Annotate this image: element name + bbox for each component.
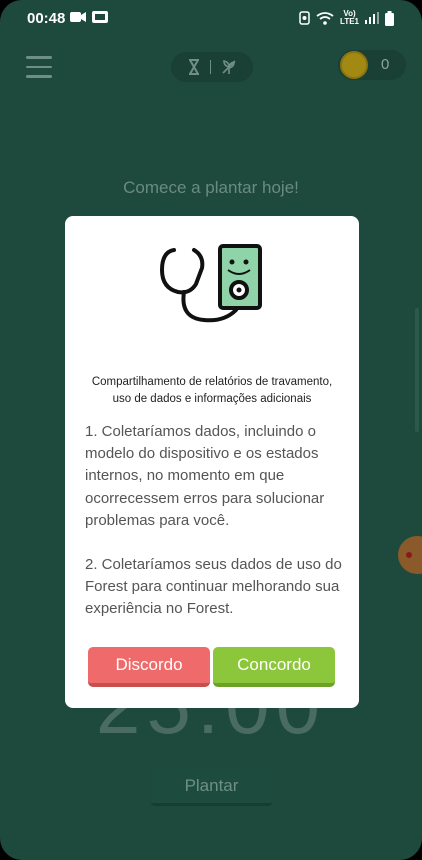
coin-balance[interactable]: 0 [338, 50, 406, 80]
dialog-title: Compartilhamento de relatórios de travam… [91, 376, 333, 405]
plant-button[interactable]: Plantar [151, 768, 272, 806]
disagree-button[interactable]: Discordo [88, 647, 210, 687]
consent-dialog: Compartilhamento de relatórios de travam… [65, 216, 359, 708]
battery-icon [385, 10, 394, 26]
status-bar: 00:48 Vo) LTE1 [0, 0, 422, 36]
alarm-icon [299, 11, 310, 25]
toggle-divider [209, 60, 211, 74]
volte-label: Vo) LTE1 [340, 9, 359, 26]
signal-icon [365, 12, 379, 24]
no-sapling-icon[interactable] [221, 59, 237, 75]
dialog-body[interactable]: 1. Coletaríamos dados, incluindo o model… [85, 421, 343, 629]
mode-toggle[interactable] [171, 52, 253, 82]
agree-button[interactable]: Concordo [213, 647, 335, 687]
floating-bubble[interactable] [398, 536, 422, 574]
headline: Comece a plantar hoje! [123, 178, 299, 197]
menu-button[interactable] [26, 56, 52, 78]
status-time: 00:48 [27, 10, 66, 27]
hourglass-icon[interactable] [188, 59, 200, 75]
coin-count: 0 [381, 56, 390, 73]
phone-screen: 00:48 Vo) LTE1 0 Comece a plantar hoje! … [0, 0, 422, 860]
side-scroll-handle[interactable] [415, 308, 419, 432]
sim-card-icon [92, 11, 108, 23]
dialog-paragraph-1: 1. Coletaríamos dados, incluindo o model… [85, 423, 329, 529]
video-call-icon [70, 12, 86, 22]
wifi-icon [316, 11, 334, 25]
stethoscope-phone-icon [160, 244, 262, 323]
coin-icon [340, 51, 368, 79]
dialog-paragraph-2: 2. Coletaríamos seus dados de uso do For… [85, 556, 342, 618]
